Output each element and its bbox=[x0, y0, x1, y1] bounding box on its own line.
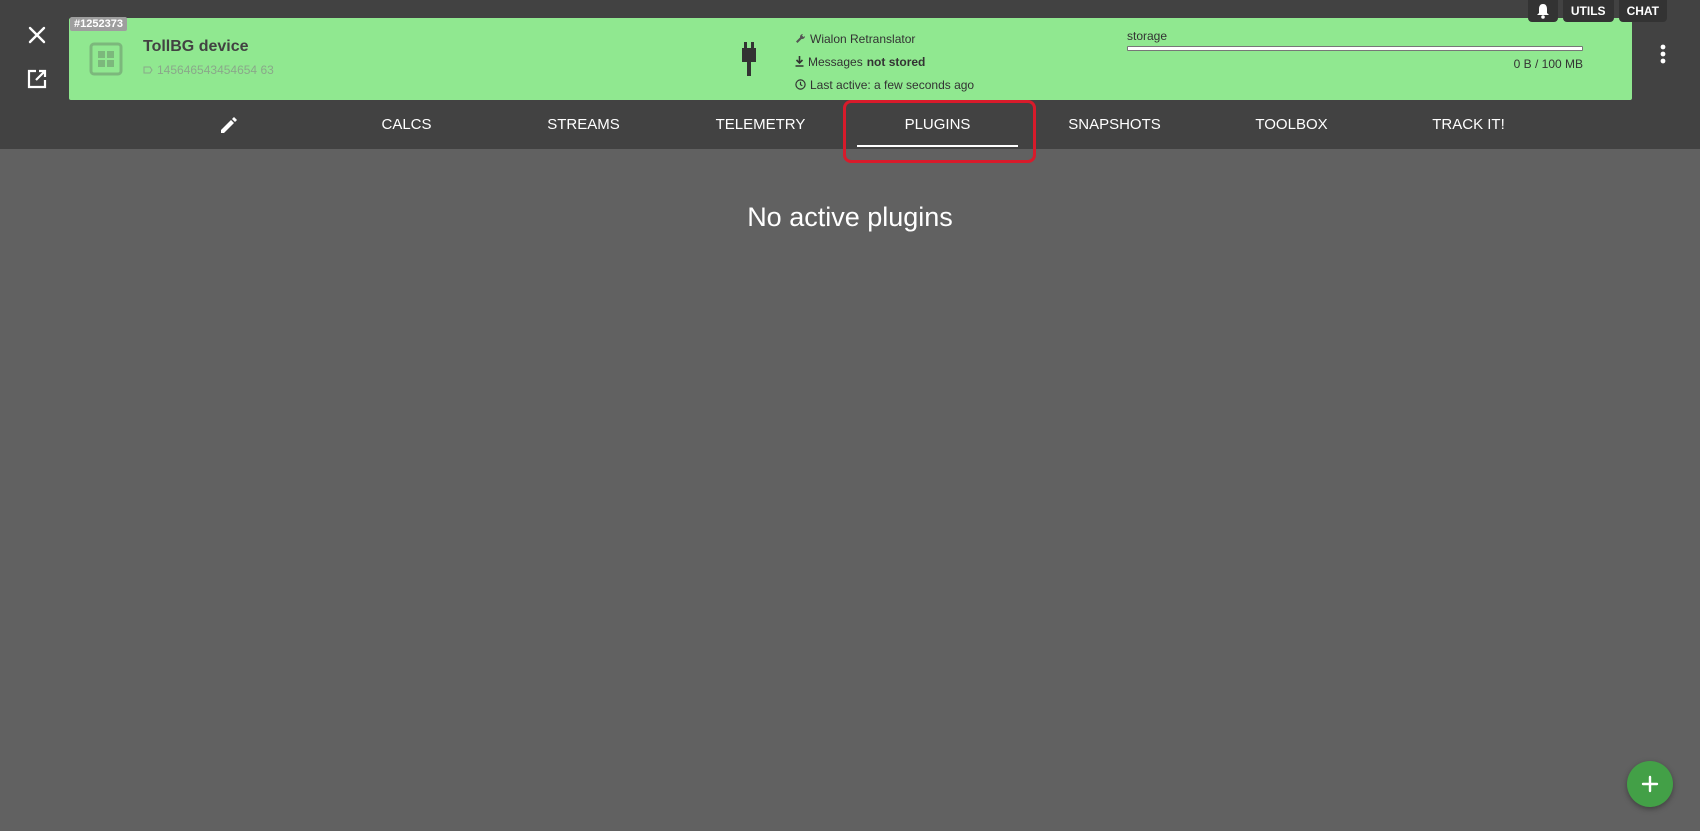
notifications-button[interactable] bbox=[1527, 0, 1558, 22]
device-card: #1252373 TollBG device 145646543454654 6… bbox=[69, 17, 1632, 100]
plus-icon bbox=[1641, 775, 1659, 793]
top-right-actions: UTILS CHAT bbox=[1527, 0, 1667, 22]
wrench-icon bbox=[796, 33, 806, 43]
protocol-row: Wialon Retranslator bbox=[795, 27, 974, 50]
storage-block: storage 0 B / 100 MB bbox=[1127, 29, 1583, 71]
tab-telemetry[interactable]: TELEMETRY bbox=[672, 100, 849, 149]
clock-icon bbox=[795, 79, 806, 90]
tab-track-it[interactable]: TRACK IT! bbox=[1380, 100, 1557, 149]
device-tabs: CALCS STREAMS TELEMETRY PLUGINS SNAPSHOT… bbox=[140, 100, 1557, 149]
device-chip-icon bbox=[89, 42, 123, 76]
bell-icon bbox=[1536, 4, 1549, 19]
storage-value: 0 B / 100 MB bbox=[1513, 57, 1583, 71]
storage-progress-bar bbox=[1127, 46, 1583, 51]
tab-calcs[interactable]: CALCS bbox=[318, 100, 495, 149]
messages-prefix: Messages bbox=[808, 54, 863, 69]
tab-streams[interactable]: STREAMS bbox=[495, 100, 672, 149]
tab-toolbox[interactable]: TOOLBOX bbox=[1203, 100, 1380, 149]
more-vert-icon bbox=[1660, 44, 1666, 64]
messages-status: not stored bbox=[866, 54, 926, 69]
tab-plugins[interactable]: PLUGINS bbox=[849, 100, 1026, 149]
open-in-new-icon bbox=[27, 69, 47, 89]
open-in-new-button[interactable] bbox=[20, 62, 54, 96]
close-button[interactable] bbox=[20, 18, 54, 52]
add-plugin-button[interactable] bbox=[1627, 761, 1673, 807]
tab-snapshots[interactable]: SNAPSHOTS bbox=[1026, 100, 1203, 149]
pencil-icon bbox=[221, 116, 237, 133]
device-page: #1252373 TollBG device 145646543454654 6… bbox=[0, 0, 1700, 831]
empty-plugins-message: No active plugins bbox=[747, 202, 953, 232]
device-name: TollBG device bbox=[143, 38, 249, 55]
device-meta: Wialon Retranslator Messages not stored … bbox=[795, 27, 974, 96]
download-icon bbox=[795, 56, 804, 67]
tag-icon bbox=[143, 66, 153, 74]
device-id-badge: #1252373 bbox=[70, 17, 127, 31]
plug-icon bbox=[742, 42, 756, 76]
device-ident: 145646543454654 63 bbox=[143, 63, 274, 77]
close-icon bbox=[28, 26, 46, 44]
chat-button[interactable]: CHAT bbox=[1618, 0, 1667, 22]
tab-edit[interactable] bbox=[140, 100, 318, 149]
more-options-button[interactable] bbox=[1654, 40, 1672, 68]
last-active-row: Last active: a few seconds ago bbox=[795, 73, 974, 96]
left-actions bbox=[20, 18, 54, 96]
top-header: #1252373 TollBG device 145646543454654 6… bbox=[0, 0, 1700, 163]
device-ident-value: 145646543454654 63 bbox=[157, 63, 274, 77]
storage-label: storage bbox=[1127, 29, 1168, 43]
messages-row: Messages not stored bbox=[795, 50, 974, 73]
protocol-name: Wialon Retranslator bbox=[810, 31, 916, 46]
last-active-text: Last active: a few seconds ago bbox=[810, 77, 975, 92]
utils-button[interactable]: UTILS bbox=[1562, 0, 1614, 22]
